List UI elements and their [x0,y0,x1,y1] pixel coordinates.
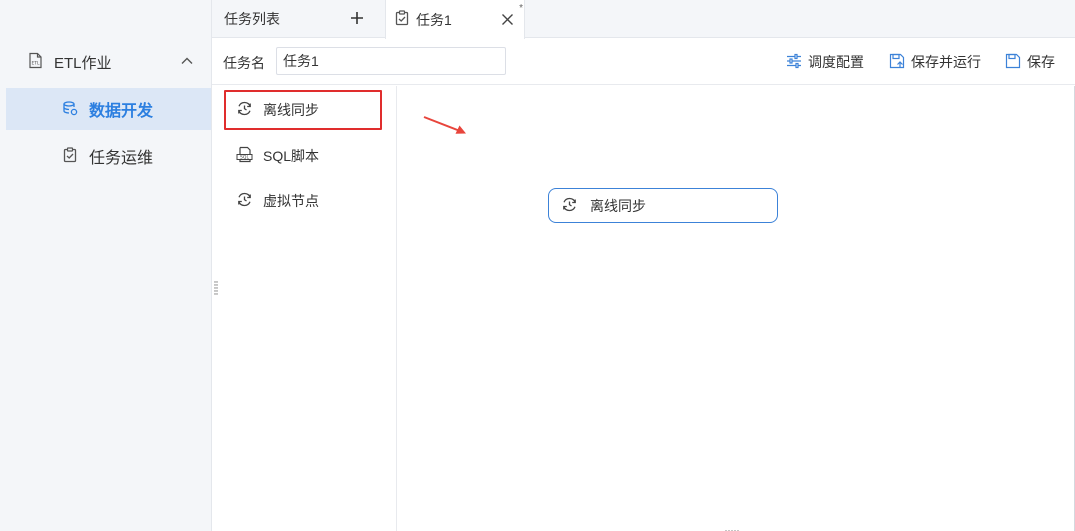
canvas-node-label: 离线同步 [590,197,646,214]
save-and-run-label: 保存并运行 [911,54,981,70]
schedule-config-label: 调度配置 [808,54,864,70]
node-sql-script[interactable]: SQL SQL脚本 [224,136,382,176]
sidebar-group-label: ETL作业 [54,54,112,72]
tab-task-1[interactable]: 任务1 * [385,0,525,39]
save-icon [1005,53,1021,72]
task-name-label: 任务名 [223,55,265,71]
modified-mark: * [519,3,523,14]
save-button[interactable]: 保存 [1005,52,1055,72]
plus-icon[interactable] [348,9,366,30]
etl-file-icon: ETL [27,52,44,72]
save-and-run-button[interactable]: 保存并运行 [889,52,981,72]
node-offline-sync[interactable]: 离线同步 [224,90,382,130]
sidebar-group-etl[interactable]: ETL ETL作业 [0,40,211,84]
schedule-config-button[interactable]: 调度配置 [786,52,864,72]
workflow-canvas[interactable]: 离线同步 [398,86,1075,531]
canvas-resize-handle[interactable] [725,522,741,531]
sync-icon [236,191,253,211]
chevron-up-icon[interactable] [180,54,194,71]
sidebar-item-task-ops[interactable]: 任务运维 [6,135,211,177]
svg-text:ETL: ETL [31,61,40,67]
sidebar-item-data-dev[interactable]: 数据开发 [6,88,211,130]
node-virtual[interactable]: 虚拟节点 [224,181,382,221]
tab-task-list[interactable]: 任务列表 [212,0,384,38]
node-item-label: 虚拟节点 [263,193,319,209]
task-toolbar: 任务名 调度配置 保存并运行 [212,39,1075,85]
svg-text:SQL: SQL [240,155,249,161]
clipboard-check-icon [394,10,410,29]
close-icon[interactable] [501,13,514,29]
node-item-label: SQL脚本 [263,148,320,164]
sidebar-item-label: 任务运维 [89,150,154,167]
tab-task-1-label: 任务1 [416,11,452,28]
node-panel: 离线同步 SQL SQL脚本 虚拟节点 [212,86,397,531]
save-run-icon [889,53,905,72]
panel-resize-handle[interactable] [214,281,218,298]
tab-task-list-label: 任务列表 [224,11,280,27]
sidebar-item-label: 数据开发 [89,103,154,120]
red-arrow-icon [422,114,468,139]
sync-icon [236,100,253,120]
database-icon [62,100,78,119]
sync-icon [561,196,578,216]
task-name-input[interactable] [276,47,506,75]
save-label: 保存 [1027,54,1055,70]
canvas-node-offline-sync[interactable]: 离线同步 [548,188,778,223]
sidebar: ETL ETL作业 数据开发 任务运维 [0,0,212,531]
tab-bar: 任务列表 任务1 * [212,0,1075,39]
sliders-icon [786,53,802,72]
node-item-label: 离线同步 [263,102,319,118]
sql-script-icon: SQL [236,146,253,166]
clipboard-check-icon [62,146,78,166]
